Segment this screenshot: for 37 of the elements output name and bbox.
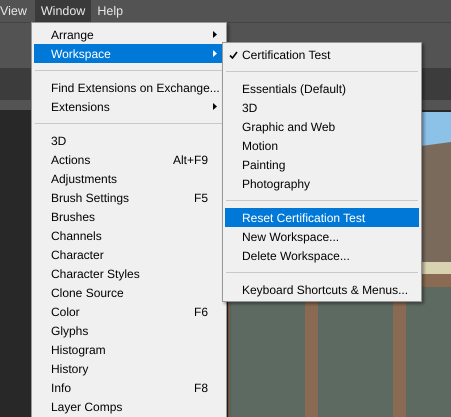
menu-item[interactable]: History — [34, 359, 224, 378]
menu-item[interactable]: Reset Certification Test — [225, 208, 419, 227]
menu-item[interactable]: Workspace — [34, 44, 224, 63]
menu-item[interactable]: Motion — [225, 136, 419, 155]
menu-item[interactable]: Find Extensions on Exchange... — [34, 78, 224, 97]
menu-item[interactable]: Keyboard Shortcuts & Menus... — [225, 280, 419, 299]
menu-bar-item[interactable]: Help — [91, 0, 130, 22]
menu-item[interactable]: Character — [34, 245, 224, 264]
menu-item[interactable]: New Workspace... — [225, 227, 419, 246]
menu-item[interactable]: Adjustments — [34, 169, 224, 188]
menu-item[interactable]: Layer Comps — [34, 397, 224, 416]
menu-item[interactable]: Arrange — [34, 25, 224, 44]
menu-item[interactable]: 3D — [34, 131, 224, 150]
menu-item[interactable]: Graphic and Web — [225, 117, 419, 136]
menu-item[interactable]: Info F8 — [34, 378, 224, 397]
menu-item[interactable]: Channels — [34, 226, 224, 245]
shortcut-label: F8 — [194, 380, 208, 394]
menu-item[interactable]: Clone Source — [34, 283, 224, 302]
menu-bar-item[interactable]: View — [0, 0, 33, 22]
menu-bar-item[interactable]: Window — [34, 0, 92, 22]
shortcut-label: F6 — [194, 304, 208, 318]
menu-item[interactable]: Actions Alt+F9 — [34, 150, 224, 169]
menu-item[interactable]: 3D — [225, 98, 419, 117]
menu-item[interactable]: Delete Workspace... — [225, 246, 419, 265]
menu-item[interactable]: Painting — [225, 155, 419, 174]
shortcut-label: Alt+F9 — [172, 152, 208, 166]
menu-item[interactable]: Brushes — [34, 207, 224, 226]
shortcut-label: F5 — [194, 190, 208, 204]
menu-item[interactable]: Photography — [225, 174, 419, 193]
menu-item[interactable]: Essentials (Default) — [225, 79, 419, 98]
menu-item[interactable]: Histogram — [34, 340, 224, 359]
menu-item[interactable]: Brush Settings F5 — [34, 188, 224, 207]
menu-item[interactable]: Extensions — [34, 97, 224, 116]
menu-item[interactable]: Certification Test — [225, 45, 419, 64]
menu-item[interactable]: Glyphs — [34, 321, 224, 340]
menu-item[interactable]: Character Styles — [34, 264, 224, 283]
menu-item[interactable]: Color F6 — [34, 302, 224, 321]
